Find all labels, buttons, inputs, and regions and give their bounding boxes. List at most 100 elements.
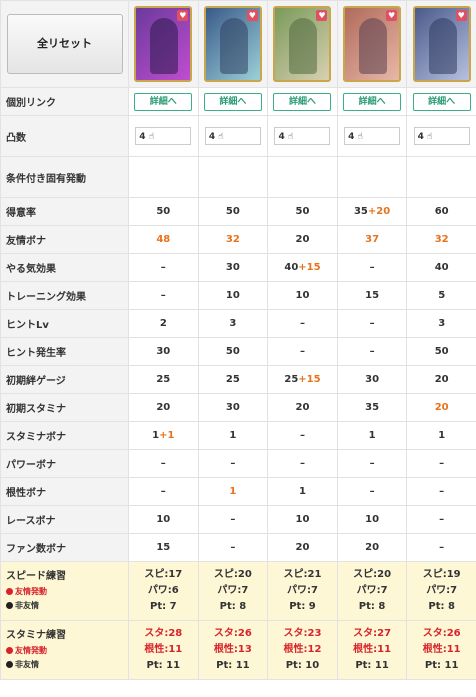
stat-value: 25+15 [267, 365, 338, 394]
practice-value: スタ:23 根性:12 Pt: 10 [267, 620, 338, 680]
row-label-race_bona: レースボナ [0, 505, 129, 534]
value-base: 60 [434, 206, 449, 217]
row-label-hintlv: ヒントLv [0, 309, 129, 338]
link-row: 個別リンク 詳細へ 詳細へ 詳細へ 詳細へ 詳細へ [0, 87, 476, 116]
detail-button[interactable]: 詳細へ [203, 92, 262, 111]
thumb-icon: ☝ [427, 132, 433, 142]
value-bonus: +15 [298, 374, 321, 385]
stat-value: 50 [267, 197, 338, 226]
practice-line: 根性:13 [213, 644, 252, 655]
practice-line: 根性:12 [283, 644, 322, 655]
practice-line: スピ:20 [213, 569, 252, 580]
stat-value: – [267, 337, 338, 366]
stat-row-sta_bona: スタミナボナ 1+1 1 – 1 1 [0, 421, 476, 450]
value-base: 20 [156, 402, 171, 413]
favorite-icon[interactable]: ♥ [177, 10, 189, 21]
stat-value: 1 [267, 477, 338, 506]
card-art [289, 18, 318, 74]
practice-title: スタミナ練習 [6, 630, 66, 641]
stat-value: 2 [128, 309, 199, 338]
detail-button[interactable]: 詳細へ [273, 92, 332, 111]
favorite-icon[interactable]: ♥ [386, 10, 398, 21]
stat-value: 35+20 [336, 197, 408, 226]
thumb-icon: ☝ [357, 132, 363, 142]
limit-break-select[interactable]: 4 ☝ [344, 127, 401, 145]
value-base: 20 [365, 542, 380, 553]
stat-value: 30 [197, 253, 269, 282]
limit-break-select[interactable]: 4 ☝ [413, 127, 470, 145]
practice-line: パワ:7 [426, 585, 458, 596]
stat-rows: 得意率 50 50 50 35+20 60 友情ボナ 48 32 20 37 32 やる気効果 –30 40… [0, 197, 476, 562]
card-art [359, 18, 388, 74]
limit-break-select[interactable]: 4 ☝ [274, 127, 331, 145]
stat-value: 40+15 [267, 253, 338, 282]
practice-line: Pt: 10 [285, 660, 320, 671]
support-card-compare-table: 全リセット ♥ ♥ ♥ ♥ ♥ 個別リンク 詳細へ 詳細へ 詳細へ 詳細へ 詳細… [0, 0, 476, 680]
favorite-icon[interactable]: ♥ [455, 10, 467, 21]
card-thumbnail[interactable]: ♥ [273, 6, 332, 82]
row-label-limit: 凸数 [0, 115, 129, 157]
stat-value: 20 [406, 393, 476, 422]
favorite-icon[interactable]: ♥ [246, 10, 258, 21]
value-base: 20 [434, 374, 449, 385]
value-bonus: 48 [156, 234, 171, 245]
card-thumbnail[interactable]: ♥ [134, 6, 193, 82]
limit-break-select[interactable]: 4 ☝ [135, 127, 192, 145]
stat-value: 15 [336, 281, 408, 310]
practice-line: 根性:11 [144, 644, 183, 655]
stat-value: 3 [406, 309, 476, 338]
value-base: – [230, 514, 236, 525]
practice-line: スピ:20 [353, 569, 392, 580]
red-dot-icon [6, 647, 13, 654]
value-base: 50 [225, 346, 240, 357]
favorite-icon[interactable]: ♥ [316, 10, 328, 21]
practice-title: スピード練習 [6, 571, 66, 582]
stat-value: 10 [336, 505, 408, 534]
value-base: 50 [156, 206, 171, 217]
practice-line: パワ:6 [147, 585, 179, 596]
practice-line: スタ:26 [213, 628, 252, 639]
value-base: – [369, 262, 375, 273]
value-base: 20 [295, 402, 310, 413]
practice-label-stamina: スタミナ練習 友情発動 非友情 [0, 620, 129, 680]
value-base: 15 [365, 290, 380, 301]
stat-value: – [406, 477, 476, 506]
stat-value: 1 [197, 477, 269, 506]
limit-break-select[interactable]: 4 ☝ [204, 127, 261, 145]
detail-button[interactable]: 詳細へ [343, 92, 402, 111]
stat-value: 25 [197, 365, 269, 394]
value-base: 30 [225, 262, 240, 273]
row-label-unique: 条件付き固有発動 [0, 156, 129, 198]
value-base: – [299, 318, 305, 329]
stat-row-fan_bona: ファン数ボナ 15 – 20 20 – [0, 533, 476, 562]
stat-value: – [267, 449, 338, 478]
reset-cell: 全リセット [0, 0, 129, 88]
detail-button[interactable]: 詳細へ [412, 92, 471, 111]
reset-all-button[interactable]: 全リセット [6, 14, 123, 74]
stat-value: 30 [128, 337, 199, 366]
stat-value: 32 [406, 225, 476, 254]
card-thumbnail[interactable]: ♥ [343, 6, 402, 82]
row-label-sta_bona: スタミナボナ [0, 421, 129, 450]
stat-value: 1 [406, 421, 476, 450]
stat-value: 15 [128, 533, 199, 562]
stat-value: 50 [406, 337, 476, 366]
stat-value: – [406, 505, 476, 534]
practice-line: Pt: 8 [428, 601, 455, 612]
value-base: 50 [225, 206, 240, 217]
row-label-hintrate: ヒント発生率 [0, 337, 129, 366]
value-base: 20 [295, 542, 310, 553]
card-thumbnail[interactable]: ♥ [203, 6, 262, 82]
stat-value: – [128, 449, 199, 478]
stat-value: 48 [128, 225, 199, 254]
practice-value: スピ:17 パワ:6 Pt: 7 [128, 561, 199, 621]
stat-value: 30 [197, 393, 269, 422]
card-thumbnail[interactable]: ♥ [412, 6, 471, 82]
value-base: 2 [159, 318, 167, 329]
black-dot-icon [6, 661, 13, 668]
practice-rows: スピード練習 友情発動 非友情 スピ:17 パワ:6 Pt: 7 スピ:20 パワ:7 Pt: … [0, 561, 476, 680]
legend-hiyujo: 非友情 [6, 599, 128, 613]
detail-button[interactable]: 詳細へ [134, 92, 193, 111]
limit-value: 4 [417, 132, 424, 142]
stat-row-kon_bona: 根性ボナ – 1 1 – – [0, 477, 476, 506]
